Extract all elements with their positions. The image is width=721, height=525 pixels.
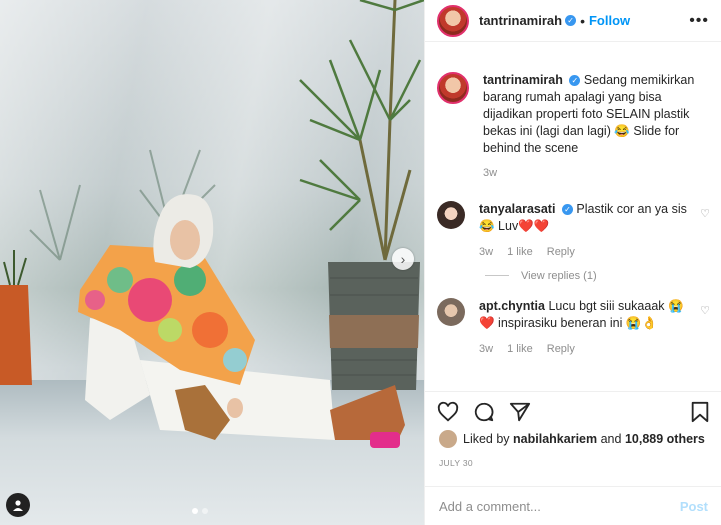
comment-username[interactable]: tanyalarasati	[479, 202, 555, 216]
user-icon	[13, 500, 23, 511]
reply-button[interactable]: Reply	[547, 245, 575, 260]
comment-like-heart-icon[interactable]: ♡	[700, 304, 710, 357]
author-username[interactable]: tantrinamirah	[479, 13, 562, 28]
commenter-avatar[interactable]	[437, 201, 465, 230]
share-icon[interactable]	[509, 401, 531, 423]
comment-time[interactable]: 3w	[479, 342, 493, 357]
comment-like-heart-icon[interactable]: ♡	[700, 207, 710, 260]
next-slide-button[interactable]: ›	[392, 248, 414, 270]
caption-body: tantrinamirah ✓ Sedang memikirkan barang…	[483, 72, 710, 181]
more-options-icon[interactable]: •••	[689, 12, 709, 30]
liked-by-prefix: Liked by	[463, 432, 510, 446]
comment-time[interactable]: 3w	[479, 245, 493, 260]
caption: tantrinamirah ✓ Sedang memikirkan barang…	[425, 72, 721, 181]
follow-button[interactable]: Follow	[589, 13, 630, 28]
liker-avatar[interactable]	[439, 430, 457, 448]
comment-body: apt.chyntia Lucu bgt siii sukaaak 😭❤️ in…	[479, 298, 694, 357]
view-replies-button[interactable]: View replies (1)	[425, 270, 721, 282]
post-date[interactable]: JULY 30	[439, 458, 473, 468]
caption-avatar[interactable]	[437, 72, 469, 104]
tagged-users-button[interactable]	[6, 493, 30, 517]
comment-username[interactable]: apt.chyntia	[479, 299, 545, 313]
comment-meta: 3w 1 like Reply	[479, 245, 694, 260]
comment-input[interactable]	[439, 498, 680, 514]
comment-meta: 3w 1 like Reply	[479, 342, 694, 357]
comment-item: apt.chyntia Lucu bgt siii sukaaak 😭❤️ in…	[425, 297, 721, 357]
comment-icon[interactable]	[473, 401, 495, 423]
likes-summary: Liked by nabilahkariem and 10,889 others	[439, 430, 705, 448]
likes-others-link[interactable]: 10,889 others	[625, 432, 705, 446]
add-comment-bar: Post	[425, 486, 721, 525]
carousel-dot	[192, 508, 198, 514]
comment-likes[interactable]: 1 like	[507, 245, 533, 260]
liked-by-and: and	[600, 432, 622, 446]
comments-list: tantrinamirah ✓ Sedang memikirkan barang…	[425, 54, 721, 389]
like-heart-icon[interactable]	[437, 401, 459, 423]
comment-likes[interactable]: 1 like	[507, 342, 533, 357]
bookmark-icon[interactable]	[690, 401, 710, 423]
post-side-panel: tantrinamirah ✓ • Follow ••• tantrinamir…	[424, 0, 721, 525]
post-comment-button[interactable]: Post	[680, 499, 708, 514]
photo-scene	[0, 0, 424, 448]
author-avatar[interactable]	[437, 4, 469, 37]
carousel-dot	[202, 508, 208, 514]
caption-time[interactable]: 3w	[483, 166, 497, 181]
liker-username[interactable]: nabilahkariem	[513, 432, 597, 446]
caption-meta: 3w	[483, 166, 710, 181]
reply-button[interactable]: Reply	[547, 342, 575, 357]
verified-badge-icon: ✓	[565, 15, 577, 26]
verified-badge-icon: ✓	[561, 204, 573, 216]
post-photo[interactable]: ›	[0, 0, 424, 525]
verified-badge-icon: ✓	[569, 75, 581, 86]
comment-body: tanyalarasati ✓ Plastik cor an ya sis😂 L…	[479, 201, 694, 260]
chevron-right-icon: ›	[400, 251, 406, 267]
action-bar	[425, 391, 721, 431]
commenter-avatar[interactable]	[437, 297, 465, 326]
carousel-dots	[192, 508, 208, 514]
comment-item: tanyalarasati ✓ Plastik cor an ya sis😂 L…	[425, 201, 721, 260]
post-header: tantrinamirah ✓ • Follow •••	[425, 0, 721, 42]
separator-dot: •	[580, 12, 585, 29]
caption-username[interactable]: tantrinamirah	[483, 73, 563, 87]
